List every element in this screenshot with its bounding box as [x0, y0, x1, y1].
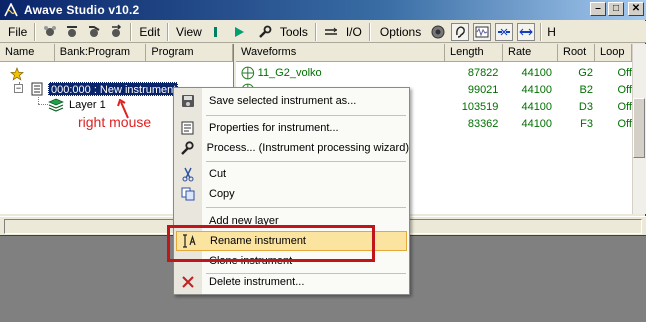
waveform-length: 83362 [467, 117, 499, 130]
toolbar-separator [34, 22, 37, 41]
waveform-length: 87822 [467, 66, 499, 79]
toolbar-separator [167, 22, 170, 41]
waveform-loop: Off [617, 117, 632, 130]
menu-item-delete-instrument[interactable]: Delete instrument... [174, 272, 409, 292]
awave-app-icon [3, 2, 19, 18]
maximize-button[interactable]: □ [608, 2, 624, 16]
menu-item-label: Delete instrument... [209, 276, 305, 288]
properties-icon [181, 121, 194, 135]
save-disk-icon [182, 95, 194, 107]
open-instrument-icon[interactable] [41, 23, 59, 41]
collapse-toggle[interactable]: − [14, 84, 23, 93]
zoom-in-icon[interactable] [495, 22, 514, 41]
export-instrument-icon[interactable] [107, 23, 125, 41]
io-icon[interactable] [322, 23, 340, 41]
menu-item-properties[interactable]: Properties for instrument... [174, 118, 409, 138]
vertical-scrollbar[interactable] [632, 44, 646, 214]
header-length[interactable]: Length [445, 44, 503, 62]
window-title: Awave Studio v10.2 [24, 3, 140, 17]
minimize-icon: – [595, 3, 601, 14]
waveform-row[interactable]: 11_G2_volko 87822 44100 G2 Off [236, 64, 632, 81]
header-bank-program[interactable]: Bank:Program [55, 44, 147, 62]
waveforms-header: Waveforms Length Rate Root Loop [236, 44, 646, 62]
instrument-icon [31, 82, 43, 96]
root-star-icon[interactable] [10, 67, 24, 81]
waveform-rate: 44100 [521, 100, 553, 113]
menu-item-label: Properties for instrument... [209, 122, 339, 134]
maximize-icon: □ [612, 3, 620, 14]
menu-separator [206, 115, 406, 116]
waveform-loop: Off [617, 83, 632, 96]
speaker-icon[interactable] [429, 23, 447, 41]
waveform-root: B2 [579, 83, 593, 96]
toolbar-separator [540, 22, 543, 41]
highlight-annotation-box [167, 225, 375, 262]
tools-menu[interactable]: Tools [276, 22, 312, 42]
waveform-icon [241, 66, 255, 79]
layer-item[interactable]: Layer 1 [69, 99, 106, 111]
menu-item-label: Save selected instrument as... [209, 95, 357, 107]
menu-item-save-instrument[interactable]: Save selected instrument as... [174, 91, 409, 111]
ear-icon[interactable] [451, 22, 470, 41]
play-icon[interactable] [230, 23, 248, 41]
waveform-root: D3 [578, 100, 593, 113]
toolbar-separator [368, 22, 371, 41]
zoom-out-icon[interactable] [517, 22, 536, 41]
wrench-icon[interactable] [256, 23, 274, 41]
tree-connector [38, 104, 48, 105]
waveform-loop: Off [617, 100, 632, 113]
menu-item-label: Copy [209, 188, 235, 200]
io-menu[interactable]: I/O [342, 22, 366, 42]
header-waveforms[interactable]: Waveforms [236, 44, 445, 62]
header-rate[interactable]: Rate [503, 44, 558, 62]
waveform-rate: 44100 [521, 117, 553, 130]
view-menu[interactable]: View [172, 22, 206, 42]
menu-item-cut[interactable]: Cut [174, 164, 409, 184]
waveform-rate: 44100 [521, 83, 553, 96]
header-name[interactable]: Name [0, 44, 55, 62]
file-menu[interactable]: File [0, 22, 31, 42]
header-root[interactable]: Root [558, 44, 595, 62]
waveform-root: G2 [578, 66, 593, 79]
save-instrument-icon[interactable] [63, 23, 81, 41]
scrollbar-thumb[interactable] [633, 98, 645, 158]
waveform-loop: Off [617, 66, 632, 79]
stop-icon[interactable] [208, 23, 226, 41]
header-program[interactable]: Program [146, 44, 233, 62]
edit-menu[interactable]: Edit [135, 22, 164, 42]
menu-separator [206, 161, 406, 162]
menu-item-process-wizard[interactable]: Process... (Instrument processing wizard… [174, 138, 409, 158]
menu-item-label: Process... (Instrument processing wizard… [206, 142, 409, 154]
close-button[interactable]: ✕ [628, 2, 644, 16]
tree-connector [38, 97, 39, 104]
title-bar[interactable]: Awave Studio v10.2 – □ ✕ [0, 0, 646, 20]
save-as-instrument-icon[interactable] [85, 23, 103, 41]
menu-item-copy[interactable]: Copy [174, 184, 409, 204]
waveform-name: 11_G2_volko [257, 66, 322, 79]
delete-x-icon [182, 276, 194, 288]
selected-instrument[interactable]: 000:000 : New instrument [48, 82, 178, 96]
layer-icon [48, 98, 64, 112]
minimize-button[interactable]: – [590, 2, 606, 16]
toolbar-separator [314, 22, 317, 41]
header-loop[interactable]: Loop [595, 44, 632, 62]
instrument-context-menu: Save selected instrument as... Propertie… [173, 87, 410, 295]
scissors-icon [182, 167, 194, 182]
copy-icon [181, 187, 195, 201]
waveform-view-icon[interactable] [473, 22, 492, 41]
waveform-length: 103519 [461, 100, 499, 113]
waveform-rate: 44100 [521, 66, 553, 79]
waveform-root: F3 [580, 117, 593, 130]
wrench-icon [180, 141, 194, 155]
options-menu[interactable]: Options [374, 22, 427, 42]
tree-header: Name Bank:Program Program [0, 44, 233, 62]
menu-separator [206, 207, 406, 208]
close-icon: ✕ [631, 3, 641, 14]
annotation-label: right mouse [78, 114, 152, 130]
toolbar-separator [130, 22, 133, 41]
toolbar: File Edit View Tools I/O Options H [0, 21, 646, 43]
waveform-length: 99021 [467, 83, 499, 96]
menu-item-label: Cut [209, 168, 227, 180]
help-menu[interactable]: H [545, 22, 560, 42]
